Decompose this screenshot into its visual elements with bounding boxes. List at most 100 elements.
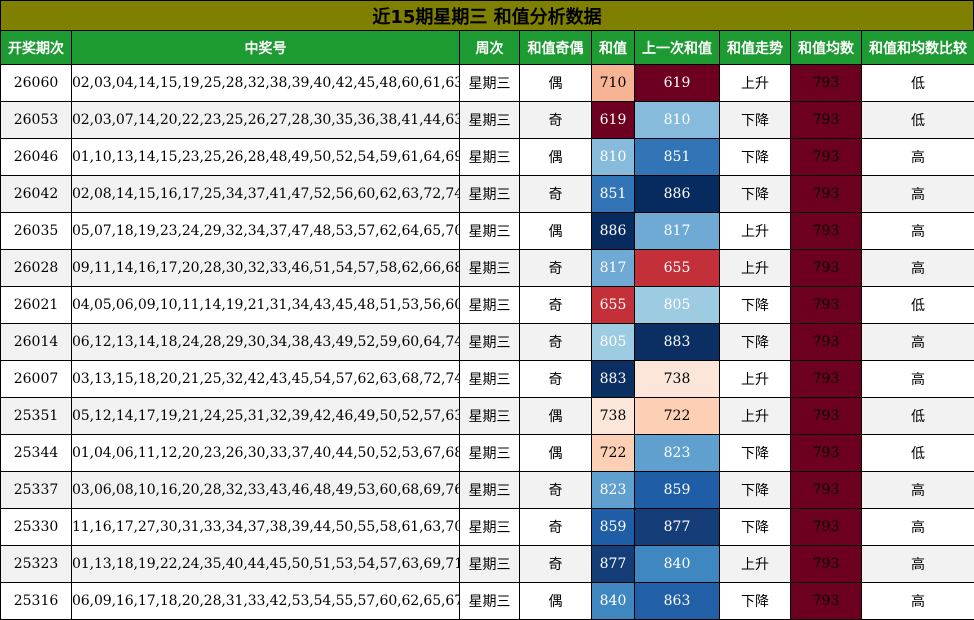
cell-numbers[interactable]: 11,16,17,27,30,31,33,34,37,38,39,44,50,5… — [71, 508, 460, 546]
cell-period[interactable]: 26007 — [0, 360, 72, 398]
cell-compare[interactable]: 低 — [861, 286, 974, 324]
cell-prev-sum[interactable]: 883 — [634, 323, 720, 361]
cell-avg[interactable]: 793 — [790, 360, 862, 398]
header-numbers[interactable]: 中奖号 — [71, 30, 460, 65]
table-row[interactable]: 26046 01,10,13,14,15,23,25,26,28,48,49,50… — [0, 138, 974, 176]
cell-compare[interactable]: 高 — [861, 582, 974, 620]
cell-numbers[interactable]: 02,08,14,15,16,17,25,34,37,41,47,52,56,6… — [71, 175, 460, 213]
table-row[interactable]: 25344 01,04,06,11,12,20,23,26,30,33,37,40… — [0, 434, 974, 472]
cell-sum[interactable]: 883 — [591, 360, 635, 398]
cell-sum[interactable]: 823 — [591, 471, 635, 509]
cell-prev-sum[interactable]: 886 — [634, 175, 720, 213]
cell-compare[interactable]: 高 — [861, 249, 974, 287]
cell-parity[interactable]: 奇 — [519, 101, 592, 139]
cell-period[interactable]: 25351 — [0, 397, 72, 435]
cell-parity[interactable]: 偶 — [519, 212, 592, 250]
cell-period[interactable]: 26035 — [0, 212, 72, 250]
cell-avg[interactable]: 793 — [790, 434, 862, 472]
cell-avg[interactable]: 793 — [790, 323, 862, 361]
cell-weekday[interactable]: 星期三 — [459, 582, 520, 620]
cell-numbers[interactable]: 05,07,18,19,23,24,29,32,34,37,47,48,53,5… — [71, 212, 460, 250]
cell-parity[interactable]: 偶 — [519, 64, 592, 102]
cell-weekday[interactable]: 星期三 — [459, 249, 520, 287]
cell-numbers[interactable]: 05,12,14,17,19,21,24,25,31,32,39,42,46,4… — [71, 397, 460, 435]
cell-trend[interactable]: 上升 — [719, 397, 791, 435]
cell-avg[interactable]: 793 — [790, 101, 862, 139]
cell-period[interactable]: 25337 — [0, 471, 72, 509]
cell-period[interactable]: 26046 — [0, 138, 72, 176]
cell-trend[interactable]: 下降 — [719, 138, 791, 176]
cell-sum[interactable]: 817 — [591, 249, 635, 287]
cell-prev-sum[interactable]: 655 — [634, 249, 720, 287]
cell-period[interactable]: 26021 — [0, 286, 72, 324]
cell-trend[interactable]: 上升 — [719, 64, 791, 102]
table-row[interactable]: 26014 06,12,13,14,18,24,28,29,30,34,38,43… — [0, 323, 974, 361]
cell-period[interactable]: 26028 — [0, 249, 72, 287]
cell-avg[interactable]: 793 — [790, 212, 862, 250]
cell-parity[interactable]: 奇 — [519, 508, 592, 546]
cell-avg[interactable]: 793 — [790, 286, 862, 324]
cell-weekday[interactable]: 星期三 — [459, 434, 520, 472]
cell-avg[interactable]: 793 — [790, 471, 862, 509]
cell-parity[interactable]: 偶 — [519, 138, 592, 176]
table-row[interactable]: 26028 09,11,14,16,17,20,28,30,32,33,46,51… — [0, 249, 974, 287]
cell-prev-sum[interactable]: 851 — [634, 138, 720, 176]
table-row[interactable]: 25323 01,13,18,19,22,24,35,40,44,45,50,51… — [0, 545, 974, 583]
cell-trend[interactable]: 下降 — [719, 582, 791, 620]
cell-trend[interactable]: 下降 — [719, 101, 791, 139]
cell-compare[interactable]: 高 — [861, 508, 974, 546]
cell-sum[interactable]: 655 — [591, 286, 635, 324]
cell-sum[interactable]: 619 — [591, 101, 635, 139]
table-row[interactable]: 26060 02,03,04,14,15,19,25,28,32,38,39,40… — [0, 64, 974, 102]
cell-parity[interactable]: 奇 — [519, 545, 592, 583]
table-row[interactable]: 25316 06,09,16,17,18,20,28,31,33,42,53,54… — [0, 582, 974, 620]
cell-trend[interactable]: 下降 — [719, 286, 791, 324]
cell-compare[interactable]: 高 — [861, 360, 974, 398]
cell-period[interactable]: 26053 — [0, 101, 72, 139]
cell-weekday[interactable]: 星期三 — [459, 212, 520, 250]
cell-numbers[interactable]: 02,03,07,14,20,22,23,25,26,27,28,30,35,3… — [71, 101, 460, 139]
cell-parity[interactable]: 奇 — [519, 286, 592, 324]
cell-weekday[interactable]: 星期三 — [459, 101, 520, 139]
table-row[interactable]: 26007 03,13,15,18,20,21,25,32,42,43,45,54… — [0, 360, 974, 398]
cell-sum[interactable]: 859 — [591, 508, 635, 546]
cell-avg[interactable]: 793 — [790, 249, 862, 287]
cell-parity[interactable]: 奇 — [519, 323, 592, 361]
cell-parity[interactable]: 偶 — [519, 434, 592, 472]
cell-compare[interactable]: 高 — [861, 212, 974, 250]
cell-numbers[interactable]: 06,12,13,14,18,24,28,29,30,34,38,43,49,5… — [71, 323, 460, 361]
cell-avg[interactable]: 793 — [790, 138, 862, 176]
cell-weekday[interactable]: 星期三 — [459, 471, 520, 509]
cell-weekday[interactable]: 星期三 — [459, 286, 520, 324]
cell-numbers[interactable]: 02,03,04,14,15,19,25,28,32,38,39,40,42,4… — [71, 64, 460, 102]
cell-sum[interactable]: 722 — [591, 434, 635, 472]
cell-sum[interactable]: 810 — [591, 138, 635, 176]
cell-prev-sum[interactable]: 863 — [634, 582, 720, 620]
cell-period[interactable]: 25323 — [0, 545, 72, 583]
cell-avg[interactable]: 793 — [790, 508, 862, 546]
cell-weekday[interactable]: 星期三 — [459, 508, 520, 546]
cell-sum[interactable]: 738 — [591, 397, 635, 435]
cell-numbers[interactable]: 03,13,15,18,20,21,25,32,42,43,45,54,57,6… — [71, 360, 460, 398]
cell-numbers[interactable]: 03,06,08,10,16,20,28,32,33,43,46,48,49,5… — [71, 471, 460, 509]
cell-period[interactable]: 25316 — [0, 582, 72, 620]
header-sum[interactable]: 和值 — [591, 30, 635, 65]
cell-avg[interactable]: 793 — [790, 175, 862, 213]
header-compare[interactable]: 和值和均数比较 — [861, 30, 974, 65]
cell-trend[interactable]: 上升 — [719, 249, 791, 287]
cell-trend[interactable]: 下降 — [719, 434, 791, 472]
cell-compare[interactable]: 高 — [861, 323, 974, 361]
cell-trend[interactable]: 上升 — [719, 360, 791, 398]
cell-compare[interactable]: 高 — [861, 138, 974, 176]
cell-weekday[interactable]: 星期三 — [459, 323, 520, 361]
cell-compare[interactable]: 低 — [861, 101, 974, 139]
cell-numbers[interactable]: 01,04,06,11,12,20,23,26,30,33,37,40,44,5… — [71, 434, 460, 472]
cell-numbers[interactable]: 06,09,16,17,18,20,28,31,33,42,53,54,55,5… — [71, 582, 460, 620]
cell-parity[interactable]: 偶 — [519, 397, 592, 435]
cell-trend[interactable]: 下降 — [719, 175, 791, 213]
cell-compare[interactable]: 高 — [861, 471, 974, 509]
header-period[interactable]: 开奖期次 — [0, 30, 72, 65]
cell-period[interactable]: 25330 — [0, 508, 72, 546]
cell-weekday[interactable]: 星期三 — [459, 138, 520, 176]
cell-weekday[interactable]: 星期三 — [459, 360, 520, 398]
